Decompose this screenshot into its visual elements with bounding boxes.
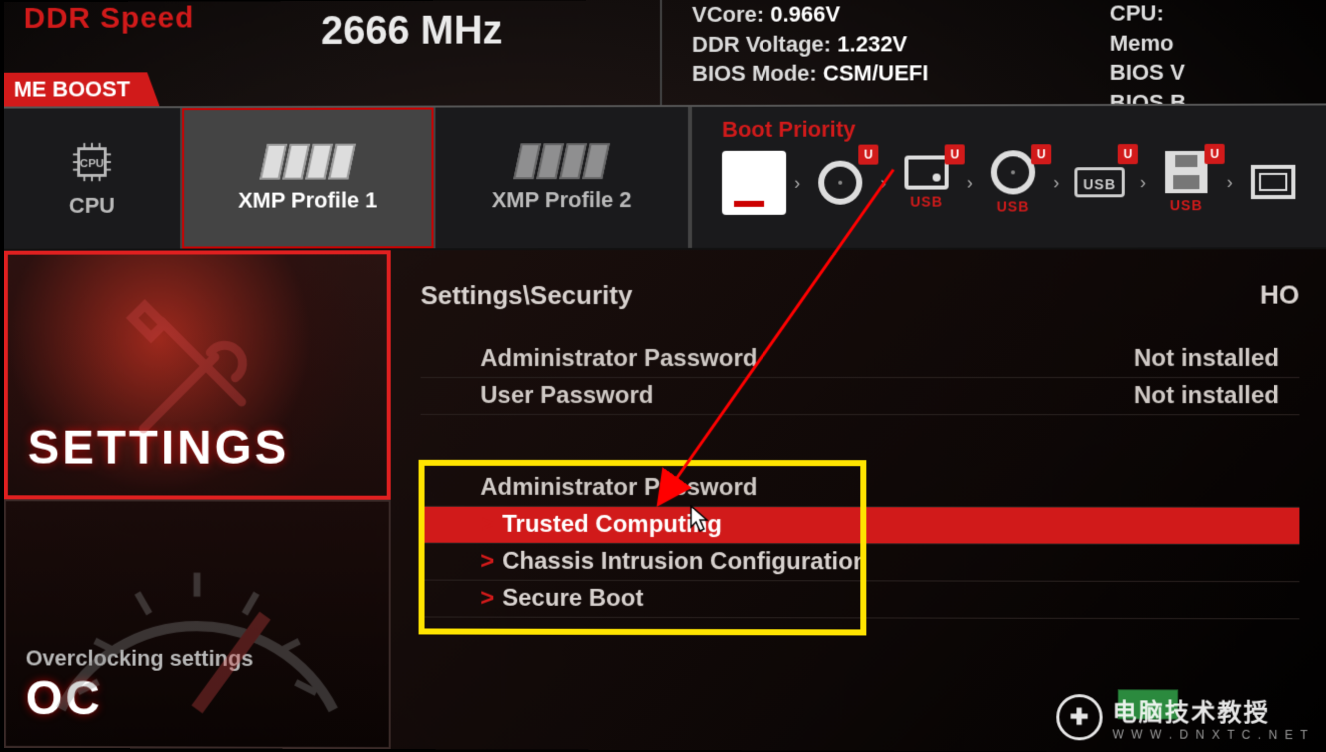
floppy-icon xyxy=(1165,151,1207,193)
profile-xmp2-label: XMP Profile 2 xyxy=(492,187,632,213)
menu-user-password-value: Not installed xyxy=(1134,382,1300,410)
ram-icon xyxy=(517,143,606,179)
chevron-right-icon: › xyxy=(1138,172,1148,193)
cpu-label: CPU: xyxy=(1110,0,1320,28)
svg-text:CPU: CPU xyxy=(80,157,104,169)
cpu-chip-icon: CPU xyxy=(69,139,115,185)
vcore-label: VCore: xyxy=(692,2,764,27)
bios-version-label: BIOS V xyxy=(1110,58,1320,88)
sidebar: SETTINGS Overclocking settings OC xyxy=(4,250,391,749)
boot-device-2-disc[interactable]: U xyxy=(808,151,872,215)
uefi-badge-icon: U xyxy=(1031,144,1051,164)
boot-device-7-network[interactable] xyxy=(1241,150,1306,214)
bios-mode-label: BIOS Mode: xyxy=(692,61,817,86)
chevron-right-icon: > xyxy=(480,548,494,576)
boot-device-3-usb[interactable]: USBU xyxy=(894,150,958,214)
boot-device-4-usb[interactable]: USBU xyxy=(981,150,1045,214)
ddr-voltage-value: 1.232V xyxy=(837,31,907,56)
menu-secure-boot-label: Secure Boot xyxy=(502,585,643,613)
menu-admin-password-label: Administrator Password xyxy=(480,345,757,373)
boot-device-5-usb[interactable]: USBU xyxy=(1067,150,1131,214)
chevron-right-icon: › xyxy=(965,172,975,193)
profile-xmp1-label: XMP Profile 1 xyxy=(238,187,377,213)
uefi-badge-icon: U xyxy=(945,144,965,164)
hdd-icon xyxy=(904,155,948,189)
menu-admin-password-value: Not installed xyxy=(1134,345,1300,373)
chevron-right-icon: › xyxy=(1225,171,1235,192)
menu-user-password[interactable]: User Password Not installed xyxy=(421,378,1300,415)
chevron-right-icon: › xyxy=(792,172,802,193)
memory-label: Memo xyxy=(1110,28,1320,58)
watermark-logo-icon: ✚ xyxy=(1056,694,1102,740)
profile-xmp2[interactable]: XMP Profile 2 xyxy=(435,107,690,248)
menu-chassis-intrusion[interactable]: > Chassis Intrusion Configuration xyxy=(421,544,1300,583)
watermark: ✚ 电脑技术教授 W W W . D N X T C . N E T xyxy=(1056,692,1310,742)
profile-xmp1[interactable]: XMP Profile 1 xyxy=(182,108,435,249)
boot-device-1[interactable] xyxy=(722,151,786,215)
menu-secure-boot[interactable]: > Secure Boot xyxy=(421,581,1300,620)
menu-trusted-computing-label: Trusted Computing xyxy=(502,511,722,539)
menu-admin-password[interactable]: Administrator Password Not installed xyxy=(421,341,1300,378)
header-info-bar: DDR Speed 2666 MHz ME BOOST VCore: 0.966… xyxy=(4,0,1326,107)
bios-mode-value: CSM/UEFI xyxy=(823,61,928,86)
watermark-url: W W W . D N X T C . N E T xyxy=(1112,727,1309,742)
boot-priority-title: Boot Priority xyxy=(722,116,1310,143)
tools-icon xyxy=(18,264,377,485)
sidebar-item-oc[interactable]: Overclocking settings OC xyxy=(4,499,391,749)
chevron-right-icon: › xyxy=(878,172,888,193)
gauge-icon xyxy=(26,521,369,727)
menu-user-password-label: User Password xyxy=(480,382,653,410)
sidebar-item-settings[interactable]: SETTINGS xyxy=(4,250,391,499)
game-boost-badge: ME BOOST xyxy=(4,72,160,106)
profiles-row: CPU CPU XMP Profile 1 XMP Profile 2 Boot… xyxy=(4,103,1326,250)
vcore-value: 0.966V xyxy=(770,1,840,26)
ram-icon xyxy=(263,143,351,179)
chevron-right-icon: › xyxy=(1051,172,1061,193)
profile-cpu[interactable]: CPU CPU xyxy=(4,108,182,249)
watermark-text: 电脑技术教授 xyxy=(1112,692,1309,728)
menu-trusted-computing[interactable]: > Trusted Computing xyxy=(421,507,1300,545)
disc-icon xyxy=(991,150,1035,194)
chevron-right-icon: > xyxy=(480,585,494,613)
boot-priority-panel: Boot Priority › U › USBU › USBU › USBU ›… xyxy=(690,105,1326,248)
breadcrumb: Settings\Security xyxy=(421,280,633,311)
network-icon xyxy=(1251,165,1295,199)
uefi-badge-icon: U xyxy=(1204,144,1224,164)
main-panel: Settings\Security HO Administrator Passw… xyxy=(391,249,1326,752)
hotkey-hint: HO xyxy=(1260,279,1299,310)
uefi-badge-icon: U xyxy=(1118,144,1138,164)
profile-cpu-label: CPU xyxy=(69,192,115,218)
section-admin-password: Administrator Password xyxy=(421,470,1300,508)
ddr-speed-value: 2666 MHz xyxy=(321,9,502,54)
menu-chassis-intrusion-label: Chassis Intrusion Configuration xyxy=(502,548,867,577)
disc-icon xyxy=(818,161,862,205)
boot-device-6-floppy[interactable]: USBU xyxy=(1154,150,1219,214)
uefi-badge-icon: U xyxy=(858,145,878,165)
chevron-right-icon: > xyxy=(480,511,494,539)
ddr-voltage-label: DDR Voltage: xyxy=(692,31,831,56)
